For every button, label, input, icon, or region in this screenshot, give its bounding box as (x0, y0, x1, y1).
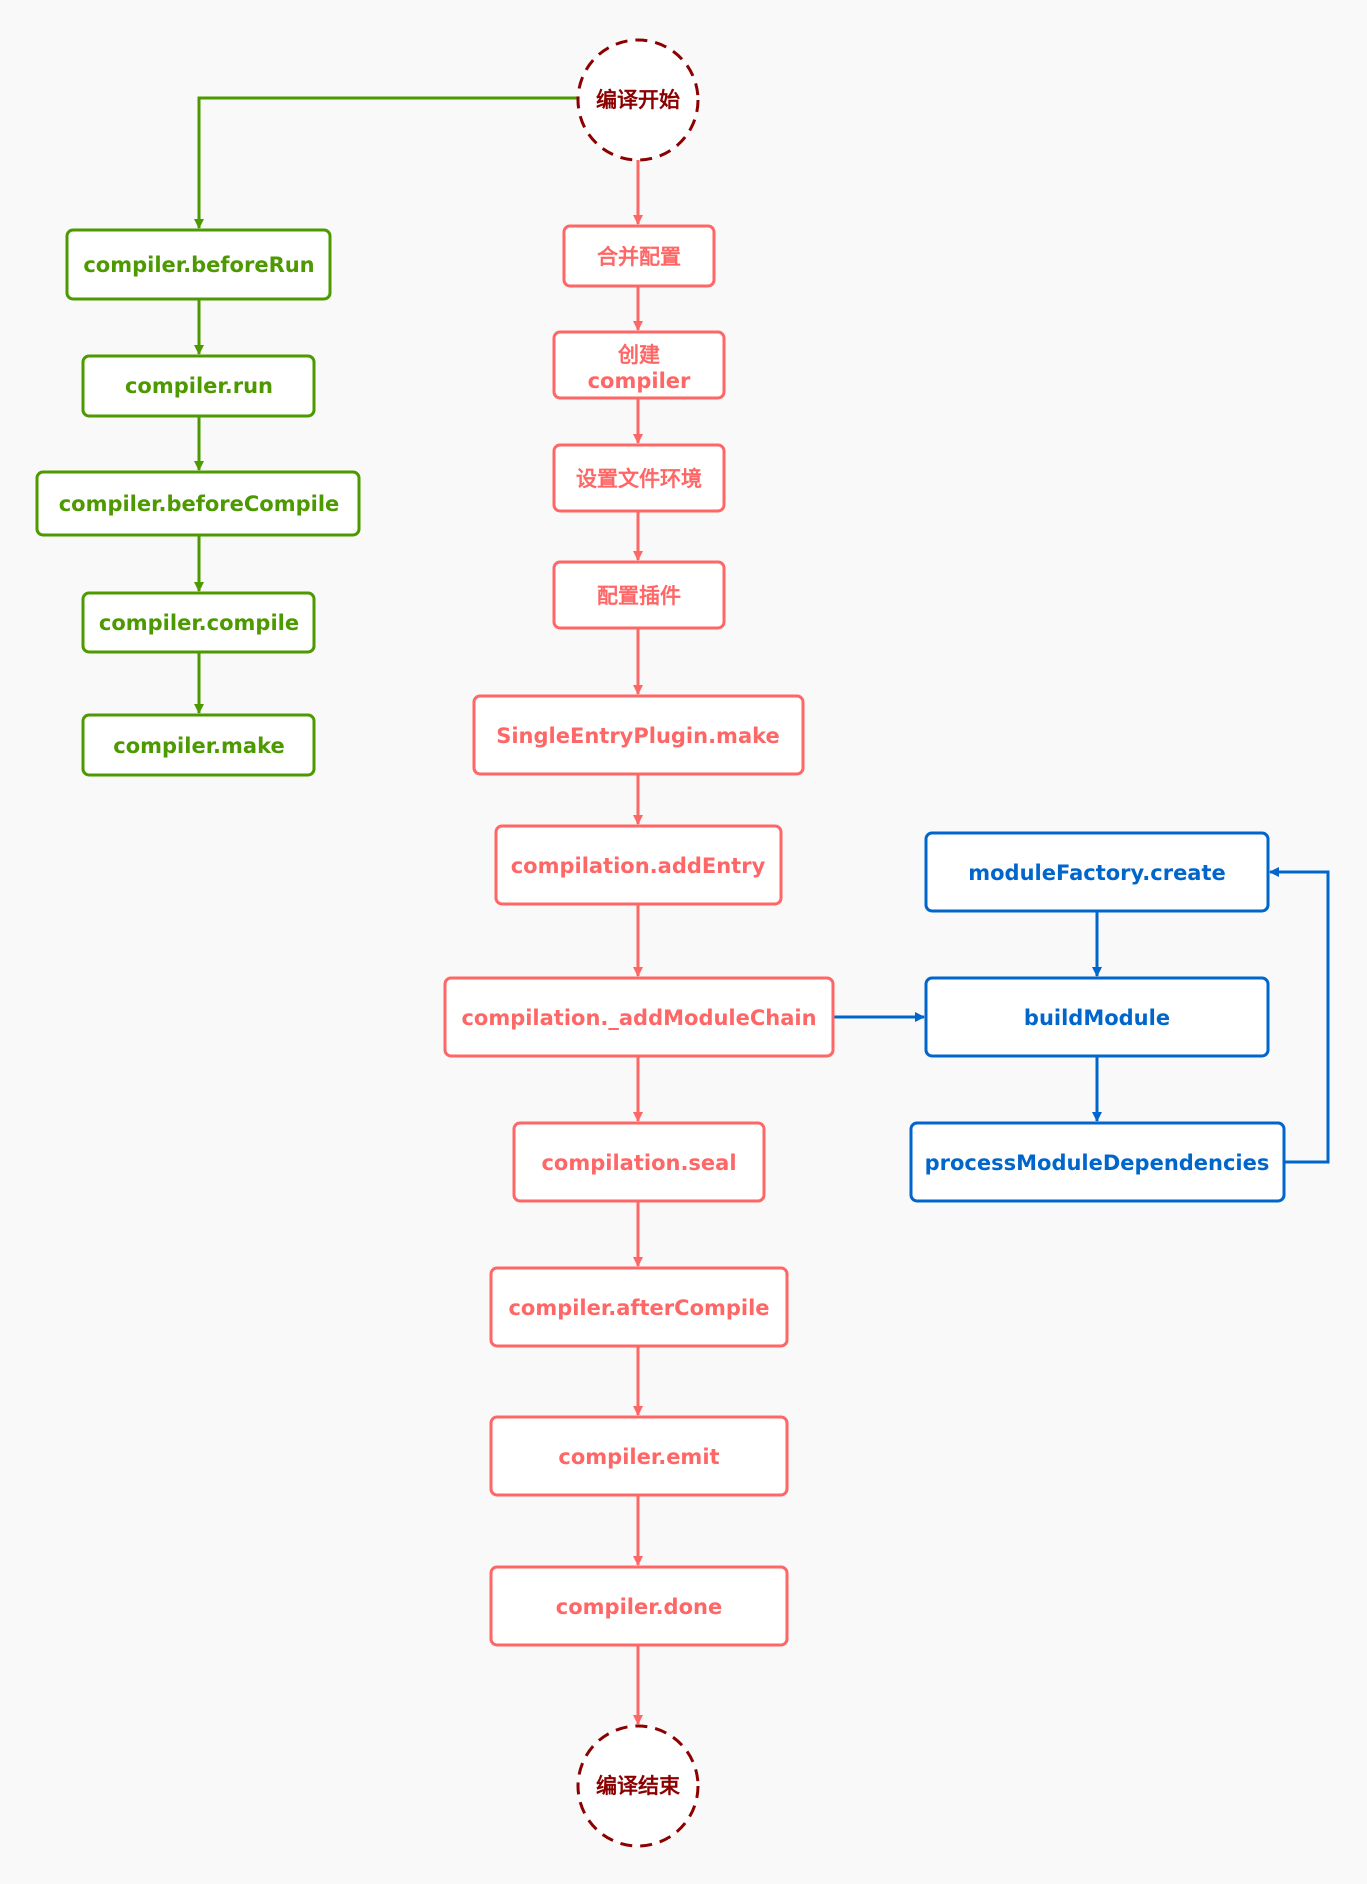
node-make: compiler.make (81, 713, 316, 777)
node-label: 配置插件 (597, 584, 681, 608)
node-label: compilation._addModuleChain (461, 1006, 816, 1030)
node-label: compiler.emit (558, 1445, 719, 1469)
node-before-run: compiler.beforeRun (65, 228, 332, 301)
node-label: compiler.done (556, 1595, 722, 1619)
node-label: compiler.run (125, 374, 273, 398)
node-seal: compilation.seal (512, 1121, 766, 1203)
node-label: 设置文件环境 (576, 467, 702, 491)
node-compile: compiler.compile (81, 591, 316, 654)
node-module-factory-create: moduleFactory.create (924, 831, 1270, 913)
node-label: moduleFactory.create (968, 861, 1226, 885)
node-label: compiler.make (113, 734, 284, 758)
node-set-file-env: 设置文件环境 (552, 443, 726, 513)
node-create-compiler: 创建 compiler (552, 330, 726, 400)
node-run: compiler.run (81, 354, 316, 418)
node-label: buildModule (1024, 1006, 1170, 1030)
end-label: 编译结束 (596, 1774, 681, 1798)
module-flow: moduleFactory.create buildModule process… (909, 831, 1286, 1203)
node-label: compiler.beforeCompile (59, 492, 340, 516)
node-label: processModuleDependencies (925, 1151, 1270, 1175)
start-label: 编译开始 (596, 88, 680, 112)
node-emit: compiler.emit (489, 1415, 789, 1497)
node-config-plugins: 配置插件 (552, 560, 726, 630)
node-build-module: buildModule (924, 976, 1270, 1058)
node-label: 创建 (617, 343, 660, 367)
node-before-compile: compiler.beforeCompile (35, 470, 361, 537)
node-done: compiler.done (489, 1565, 789, 1647)
webpack-compile-flowchart: 编译开始 编译结束 compiler.beforeRun compiler.ru… (35, 38, 1330, 1848)
node-label: compiler.beforeRun (83, 253, 314, 277)
node-label: compiler.compile (99, 611, 299, 635)
terminal-start: 编译开始 (576, 38, 700, 162)
node-after-compile: compiler.afterCompile (489, 1266, 789, 1348)
edge-start-to-before-run (194, 96, 578, 229)
node-label: 合并配置 (597, 245, 681, 269)
node-merge-config: 合并配置 (562, 224, 716, 288)
terminal-end: 编译结束 (576, 1724, 700, 1848)
node-label: compiler.afterCompile (508, 1296, 769, 1320)
node-label-line2: compiler (588, 369, 691, 393)
node-label: SingleEntryPlugin.make (496, 724, 780, 748)
node-add-module-chain: compilation._addModuleChain (443, 976, 835, 1058)
edge-process-deps-loop-to-module-factory (1269, 867, 1330, 1164)
node-process-module-deps: processModuleDependencies (909, 1121, 1286, 1203)
node-label: compilation.addEntry (511, 854, 766, 878)
node-add-entry: compilation.addEntry (494, 824, 783, 906)
node-single-entry-make: SingleEntryPlugin.make (472, 694, 805, 776)
node-label: compilation.seal (541, 1151, 736, 1175)
